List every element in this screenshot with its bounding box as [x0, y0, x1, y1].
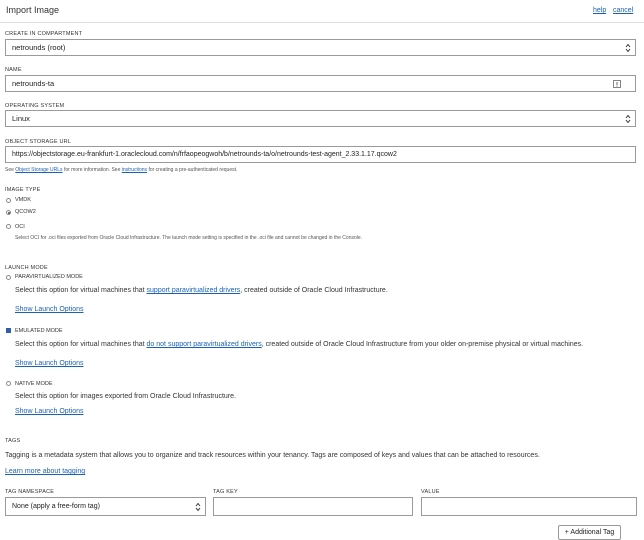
radio-vmdk[interactable]	[6, 198, 11, 203]
storage-url-field[interactable]: https://objectstorage.eu-frankfurt-1.ora…	[5, 146, 636, 163]
compartment-select[interactable]: netrounds (root)	[5, 39, 636, 56]
radio-native[interactable]	[6, 381, 11, 386]
oci-note: Select OCI for .oci files exported from …	[15, 235, 363, 241]
help-text: for more information. See	[63, 167, 121, 173]
desc-text: , created outside of Oracle Cloud Infras…	[240, 287, 388, 294]
paravirtualized-desc: Select this option for virtual machines …	[15, 287, 388, 294]
native-label: NATIVE MODE	[15, 381, 53, 387]
paravirtualized-label: PARAVIRTUALIZED MODE	[15, 274, 83, 280]
tag-namespace-select[interactable]: None (apply a free-form tag)	[5, 497, 206, 516]
storage-url-label: OBJECT STORAGE URL	[5, 139, 72, 145]
dialog-header	[0, 0, 644, 23]
tag-value-label: VALUE	[421, 489, 440, 495]
tag-value-field[interactable]	[421, 497, 637, 516]
show-launch-options-native[interactable]: Show Launch Options	[15, 408, 84, 415]
select-arrows-icon	[195, 502, 201, 511]
compartment-label: CREATE IN COMPARTMENT	[5, 31, 83, 37]
radio-oci[interactable]	[6, 224, 11, 229]
os-value: Linux	[12, 114, 30, 123]
tag-key-field[interactable]	[213, 497, 413, 516]
instructions-link[interactable]: instructions	[122, 167, 147, 173]
name-value: netrounds-ta	[12, 79, 55, 88]
field-info-icon	[613, 80, 621, 88]
cancel-link[interactable]: cancel	[613, 7, 633, 14]
emulated-desc: Select this option for virtual machines …	[15, 341, 583, 348]
help-text: for creating a pre-authenticated request…	[148, 167, 238, 173]
tag-namespace-label: TAG NAMESPACE	[5, 489, 55, 495]
tags-desc: Tagging is a metadata system that allows…	[5, 452, 540, 459]
show-launch-options-para[interactable]: Show Launch Options	[15, 306, 84, 313]
name-field[interactable]: netrounds-ta	[5, 75, 636, 92]
launch-mode-label: LAUNCH MODE	[5, 265, 48, 271]
compartment-value: netrounds (root)	[12, 43, 66, 52]
desc-text: , created outside of Oracle Cloud Infras…	[261, 341, 584, 348]
dialog-title: Import Image	[6, 5, 60, 15]
os-select[interactable]: Linux	[5, 110, 636, 127]
select-arrows-icon	[625, 114, 631, 123]
tag-key-label: TAG KEY	[213, 489, 238, 495]
help-text: See	[5, 167, 14, 173]
radio-emulated[interactable]	[6, 328, 11, 333]
name-label: NAME	[5, 67, 22, 73]
radio-paravirtualized[interactable]	[6, 275, 11, 280]
os-label: OPERATING SYSTEM	[5, 103, 65, 109]
option-oci-label: OCI	[15, 224, 25, 230]
desc-text: Select this option for virtual machines …	[15, 287, 145, 294]
option-qcow2-label: QCOW2	[15, 209, 36, 215]
storage-url-help: See Object Storage URLs for more informa…	[5, 167, 237, 173]
tag-namespace-value: None (apply a free-form tag)	[12, 503, 100, 510]
support-paravirtualized-drivers-link[interactable]: support paravirtualized drivers	[147, 287, 241, 294]
emulated-label: EMULATED MODE	[15, 328, 63, 334]
image-type-label: IMAGE TYPE	[5, 187, 41, 193]
native-desc: Select this option for images exported f…	[15, 393, 236, 400]
desc-text: Select this option for virtual machines …	[15, 341, 145, 348]
learn-more-tagging-link[interactable]: Learn more about tagging	[5, 468, 85, 475]
show-launch-options-emulated[interactable]: Show Launch Options	[15, 360, 84, 367]
no-paravirtualized-drivers-link[interactable]: do not support paravirtualized drivers	[147, 341, 262, 348]
object-storage-urls-link[interactable]: Object Storage URLs	[15, 167, 62, 173]
storage-url-value: https://objectstorage.eu-frankfurt-1.ora…	[12, 151, 397, 158]
radio-qcow2[interactable]	[6, 210, 11, 215]
additional-tag-button[interactable]: + Additional Tag	[558, 525, 621, 540]
tags-label: TAGS	[5, 438, 21, 444]
option-vmdk-label: VMDK	[15, 197, 31, 203]
help-link[interactable]: help	[593, 7, 606, 14]
select-arrows-icon	[625, 43, 631, 52]
